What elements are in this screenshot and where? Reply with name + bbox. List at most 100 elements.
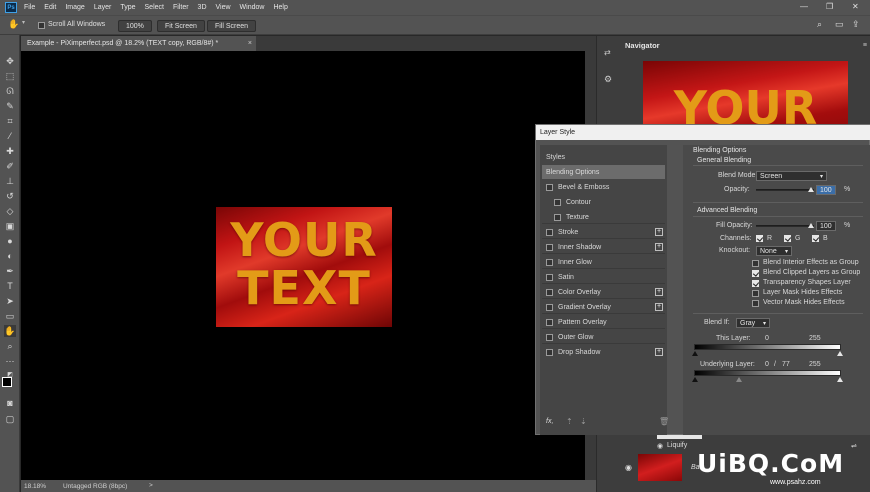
styles-header[interactable]: Styles [542, 150, 665, 164]
clone-stamp-tool-icon[interactable]: ⊥ [4, 175, 16, 187]
hand-tool-icon[interactable]: ✋ [8, 19, 19, 30]
style-contour[interactable]: Contour [542, 195, 665, 209]
restore-icon[interactable]: ❐ [826, 2, 833, 11]
inner-shadow-checkbox[interactable] [546, 243, 553, 251]
crop-tool-icon[interactable]: ⌗ [4, 115, 16, 127]
zoom-100-button[interactable]: 100% [118, 20, 152, 32]
style-pattern-overlay[interactable]: Pattern Overlay [542, 315, 665, 329]
style-texture[interactable]: Texture [542, 210, 665, 224]
gradient-tool-icon[interactable]: ▣ [4, 220, 16, 232]
add-gradient-overlay-icon[interactable]: + [655, 303, 663, 311]
vector-mask-hides-checkbox[interactable] [752, 300, 759, 307]
opacity-input[interactable]: 100 [816, 185, 836, 195]
layer-mask-hides-checkbox[interactable] [752, 290, 759, 297]
blur-tool-icon[interactable]: ● [4, 235, 16, 247]
menu-image[interactable]: Image [65, 4, 84, 11]
pattern-overlay-checkbox[interactable] [546, 318, 553, 326]
color-overlay-checkbox[interactable] [546, 288, 553, 296]
style-satin[interactable]: Satin [542, 270, 665, 284]
style-drop-shadow[interactable]: Drop Shadow + [542, 345, 665, 359]
menu-file[interactable]: File [24, 4, 35, 11]
underlying-black-handle[interactable] [692, 377, 698, 382]
opacity-slider-handle[interactable] [808, 187, 814, 192]
foreground-color-swatch[interactable] [2, 377, 12, 387]
scroll-all-windows-checkbox[interactable] [38, 22, 45, 29]
blend-clipped-checkbox[interactable] [752, 270, 759, 277]
marquee-tool-icon[interactable]: ⬚ [4, 70, 16, 82]
opacity-slider[interactable] [756, 189, 814, 191]
document-tab[interactable]: Example - PiXimperfect.psd @ 18.2% (TEXT… [21, 36, 256, 51]
eraser-tool-icon[interactable]: ◇ [4, 205, 16, 217]
drop-shadow-checkbox[interactable] [546, 348, 553, 356]
search-icon[interactable]: ⌕ [817, 19, 822, 30]
menu-layer[interactable]: Layer [94, 4, 112, 11]
fill-opacity-slider[interactable] [756, 225, 814, 227]
move-up-icon[interactable]: ⇡ [566, 417, 573, 426]
history-panel-icon[interactable]: ⇄ [604, 48, 611, 57]
fx-menu-icon[interactable]: fx, [546, 418, 553, 425]
brush-tool-icon[interactable]: ✐ [4, 160, 16, 172]
fit-screen-button[interactable]: Fit Screen [157, 20, 205, 32]
share-icon[interactable]: ⇪ [852, 19, 860, 30]
style-gradient-overlay[interactable]: Gradient Overlay + [542, 300, 665, 314]
style-inner-glow[interactable]: Inner Glow [542, 255, 665, 269]
outer-glow-checkbox[interactable] [546, 333, 553, 341]
minimize-icon[interactable]: — [800, 2, 808, 11]
background-layer-thumbnail[interactable] [638, 454, 682, 481]
menu-filter[interactable]: Filter [173, 4, 189, 11]
fill-opacity-slider-handle[interactable] [808, 223, 814, 228]
menu-help[interactable]: Help [273, 4, 287, 11]
status-arrow-icon[interactable]: > [149, 482, 153, 489]
add-inner-shadow-icon[interactable]: + [655, 243, 663, 251]
blend-interior-checkbox[interactable] [752, 260, 759, 267]
this-layer-black-handle[interactable] [692, 351, 698, 356]
satin-checkbox[interactable] [546, 273, 553, 281]
dodge-tool-icon[interactable]: ◐ [4, 250, 16, 262]
menu-type[interactable]: Type [120, 4, 135, 11]
add-drop-shadow-icon[interactable]: + [655, 348, 663, 356]
lasso-tool-icon[interactable]: ᘏ [4, 85, 16, 97]
screen-mode-icon[interactable]: ▢ [4, 413, 16, 425]
move-tool-icon[interactable]: ✥ [4, 55, 16, 67]
menu-view[interactable]: View [216, 4, 231, 11]
inner-glow-checkbox[interactable] [546, 258, 553, 266]
history-brush-tool-icon[interactable]: ↺ [4, 190, 16, 202]
style-inner-shadow[interactable]: Inner Shadow + [542, 240, 665, 254]
add-color-overlay-icon[interactable]: + [655, 288, 663, 296]
filter-options-icon[interactable]: ⇌ [851, 442, 857, 450]
style-blending-options[interactable]: Blending Options [542, 165, 665, 179]
shape-tool-icon[interactable]: ▭ [4, 310, 16, 322]
blend-if-select[interactable]: Gray ▾ [736, 318, 770, 328]
stroke-checkbox[interactable] [546, 228, 553, 236]
document-close-icon[interactable]: × [248, 40, 252, 47]
more-tools-icon[interactable]: ⋯ [4, 355, 16, 367]
eye-icon[interactable]: ◉ [657, 442, 663, 450]
add-stroke-icon[interactable]: + [655, 228, 663, 236]
properties-panel-icon[interactable]: ⚙ [604, 74, 612, 85]
fill-opacity-input[interactable]: 100 [816, 221, 836, 231]
workspace-icon[interactable]: ▭ [835, 19, 844, 30]
this-layer-white-handle[interactable] [837, 351, 843, 356]
underlying-split-handle[interactable] [736, 377, 742, 382]
contour-checkbox[interactable] [554, 198, 561, 206]
channel-b-checkbox[interactable] [812, 235, 819, 242]
close-icon[interactable]: ✕ [852, 2, 859, 11]
knockout-select[interactable]: None ▾ [756, 246, 792, 256]
menu-3d[interactable]: 3D [198, 4, 207, 11]
style-outer-glow[interactable]: Outer Glow [542, 330, 665, 344]
panel-menu-icon[interactable]: ≡ [863, 42, 867, 49]
channel-g-checkbox[interactable] [784, 235, 791, 242]
tool-preset-chevron-icon[interactable]: ▾ [22, 19, 25, 26]
bevel-emboss-checkbox[interactable] [546, 183, 553, 191]
quick-select-tool-icon[interactable]: ✎ [4, 100, 16, 112]
liquify-filter-label[interactable]: Liquify [667, 442, 687, 449]
style-stroke[interactable]: Stroke + [542, 225, 665, 239]
transparency-shapes-checkbox[interactable] [752, 280, 759, 287]
path-select-tool-icon[interactable]: ➤ [4, 295, 16, 307]
hand-tool-active-icon[interactable]: ✋ [4, 325, 16, 337]
layer-visibility-eye-icon[interactable]: ◉ [625, 463, 632, 472]
zoom-tool-icon[interactable]: ⌕ [4, 340, 16, 352]
menu-select[interactable]: Select [145, 4, 164, 11]
menu-window[interactable]: Window [240, 4, 265, 11]
healing-brush-tool-icon[interactable]: ✚ [4, 145, 16, 157]
